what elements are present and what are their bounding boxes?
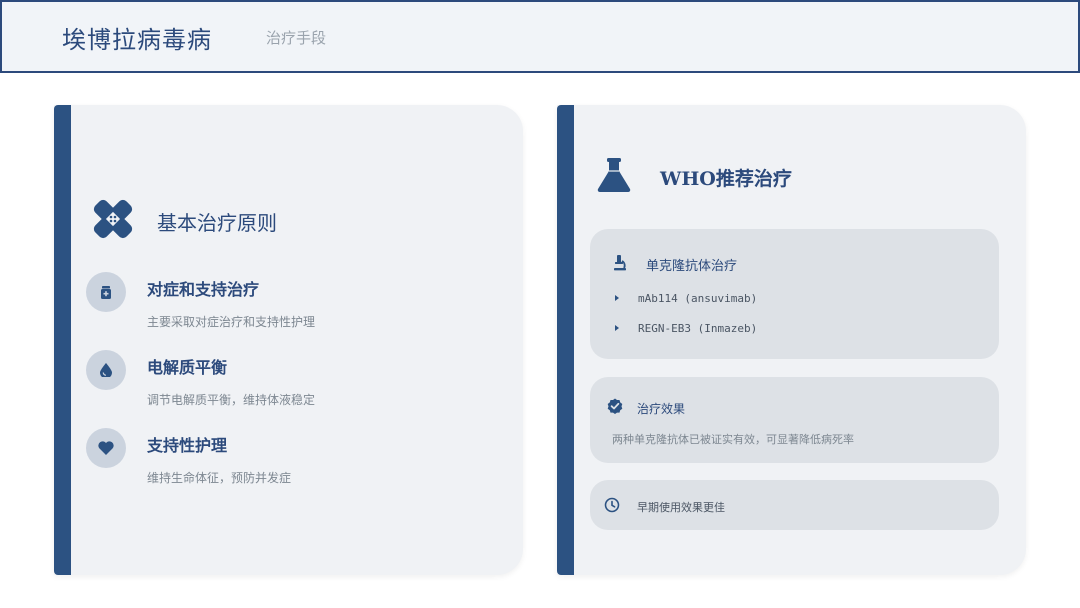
header: 埃博拉病毒病 治疗手段 xyxy=(0,0,1080,73)
effect-title: 治疗效果 xyxy=(637,402,686,416)
drop-icon xyxy=(100,363,112,377)
item-desc: 维持生命体征，预防并发症 xyxy=(147,471,292,485)
check-badge-icon xyxy=(607,398,623,414)
list-item: mAb114 (ansuvimab) xyxy=(638,292,758,305)
list-item: 对症和支持治疗 主要采取对症治疗和支持性护理 xyxy=(86,272,506,342)
list-item: REGN-EB3 (Inmazeb) xyxy=(638,322,758,335)
card-accent-bar xyxy=(54,105,71,575)
microscope-icon xyxy=(614,255,626,271)
note-text: 早期使用效果更佳 xyxy=(637,501,725,514)
item-icon-circle xyxy=(86,350,126,390)
bullet-icon xyxy=(615,325,619,331)
basic-principle-title: 基本治疗原则 xyxy=(157,211,277,235)
item-desc: 主要采取对症治疗和支持性护理 xyxy=(147,315,316,329)
item-desc: 调节电解质平衡，维持体液稳定 xyxy=(147,393,316,407)
antibody-title: 单克隆抗体治疗 xyxy=(646,259,738,274)
bandage-icon xyxy=(93,199,133,239)
list-item: 支持性护理 维持生命体征，预防并发症 xyxy=(86,428,506,498)
item-icon-circle xyxy=(86,272,126,312)
bullet-icon xyxy=(615,295,619,301)
who-treatment-card: WHO推荐治疗 单克隆抗体治疗 mAb114 (ansuvimab) REGN-… xyxy=(557,105,1026,575)
page-title: 埃博拉病毒病 xyxy=(62,26,212,54)
effect-desc: 两种单克隆抗体已被证实有效，可显著降低病死率 xyxy=(612,433,854,446)
effect-panel: 治疗效果 两种单克隆抗体已被证实有效，可显著降低病死率 xyxy=(590,377,999,463)
basic-treatment-card: 基本治疗原则 对症和支持治疗 主要采取对症治疗和支持性护理 电解质平衡 调节电解… xyxy=(54,105,523,575)
page-subtitle: 治疗手段 xyxy=(266,29,327,47)
clock-icon xyxy=(604,497,620,513)
who-title: WHO推荐治疗 xyxy=(660,168,792,190)
flask-icon xyxy=(597,158,631,193)
item-icon-circle xyxy=(86,428,126,468)
antibody-panel: 单克隆抗体治疗 mAb114 (ansuvimab) REGN-EB3 (Inm… xyxy=(590,229,999,359)
card-accent-bar xyxy=(557,105,574,575)
heart-icon xyxy=(98,441,114,455)
item-title: 对症和支持治疗 xyxy=(147,280,260,299)
item-title: 电解质平衡 xyxy=(147,358,228,377)
medicine-icon xyxy=(101,285,111,299)
note-panel: 早期使用效果更佳 xyxy=(590,480,999,530)
item-title: 支持性护理 xyxy=(147,436,228,455)
list-item: 电解质平衡 调节电解质平衡，维持体液稳定 xyxy=(86,350,506,420)
